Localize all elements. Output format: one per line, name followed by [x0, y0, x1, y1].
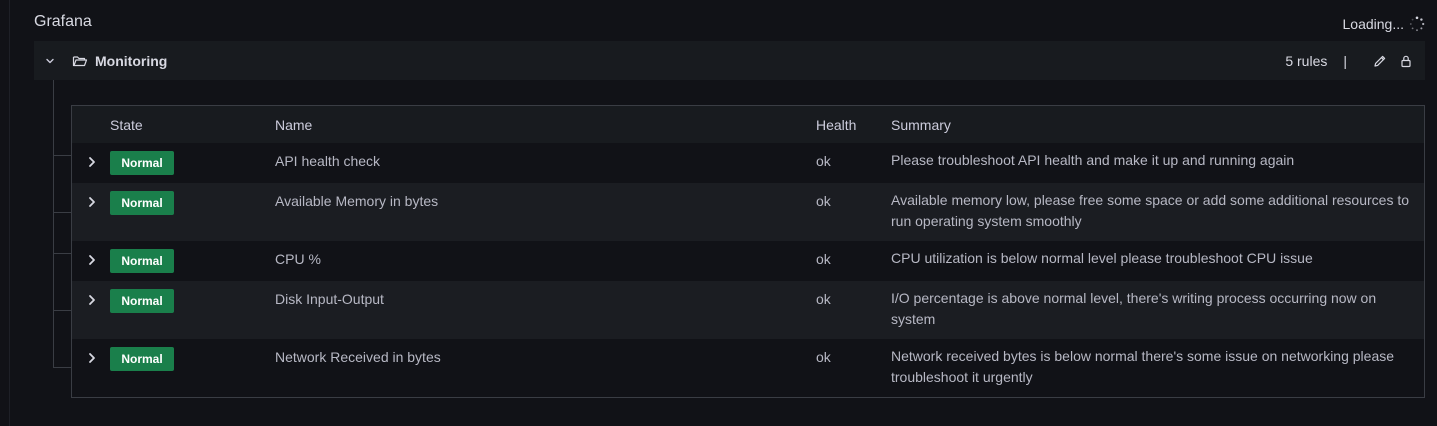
app-title: Grafana	[34, 13, 92, 30]
rule-summary: I/O percentage is above normal level, th…	[891, 290, 1377, 327]
tree-branch	[53, 310, 71, 311]
chevron-right-icon[interactable]	[86, 352, 98, 364]
rule-name: Disk Input-Output	[275, 291, 384, 307]
column-header-name: Name	[275, 117, 313, 133]
folder-name[interactable]: Monitoring	[95, 53, 167, 69]
chevron-right-icon[interactable]	[86, 156, 98, 168]
folder-header: Monitoring 5 rules |	[34, 41, 1425, 80]
folder-open-icon	[72, 55, 88, 66]
loading-indicator: Loading...	[1343, 16, 1426, 32]
chevron-down-icon[interactable]	[44, 55, 56, 67]
table-header: State Name Health Summary	[72, 106, 1424, 143]
tree-branch	[53, 155, 71, 156]
state-badge: Normal	[110, 249, 174, 273]
rule-name: API health check	[275, 153, 381, 169]
rule-summary: Please troubleshoot API health and make …	[891, 152, 1295, 168]
tree-branch	[53, 212, 71, 213]
rule-health: ok	[816, 291, 831, 307]
lock-icon[interactable]	[1399, 54, 1413, 68]
separator: |	[1343, 52, 1347, 69]
table-row[interactable]: Normal Disk Input-Output ok I/O percenta…	[72, 281, 1424, 339]
rule-name: Network Received in bytes	[275, 349, 441, 365]
rule-count: 5 rules	[1285, 52, 1328, 69]
state-badge: Normal	[110, 191, 174, 215]
tree-branch	[53, 367, 71, 368]
column-header-health: Health	[816, 117, 857, 133]
table-row[interactable]: Normal CPU % ok CPU utilization is below…	[72, 241, 1424, 281]
rule-summary: Network received bytes is below normal t…	[891, 348, 1395, 385]
state-badge: Normal	[110, 347, 174, 371]
state-badge: Normal	[110, 151, 174, 175]
table-row[interactable]: Normal Available Memory in bytes ok Avai…	[72, 183, 1424, 241]
column-header-state: State	[110, 117, 143, 133]
rule-health: ok	[816, 251, 831, 267]
rule-summary: CPU utilization is below normal level pl…	[891, 250, 1313, 266]
tree-line	[53, 80, 54, 368]
rule-health: ok	[816, 349, 831, 365]
tree-branch	[53, 253, 71, 254]
nav-rail-divider	[9, 0, 10, 426]
loading-text: Loading...	[1342, 16, 1405, 32]
rules-table: State Name Health Summary Normal API hea…	[71, 105, 1425, 398]
alert-rules-page: Grafana Loading... Monitoring 5 rules | …	[0, 0, 1437, 426]
rule-health: ok	[816, 193, 831, 209]
rule-name: Available Memory in bytes	[275, 193, 439, 209]
table-row[interactable]: Normal Network Received in bytes ok Netw…	[72, 339, 1424, 397]
pencil-icon[interactable]	[1373, 54, 1387, 68]
rule-name: CPU %	[275, 251, 321, 267]
chevron-right-icon[interactable]	[86, 294, 98, 306]
chevron-right-icon[interactable]	[86, 196, 98, 208]
chevron-right-icon[interactable]	[86, 254, 98, 266]
rule-summary: Available memory low, please free some s…	[891, 192, 1410, 229]
table-row[interactable]: Normal API health check ok Please troubl…	[72, 143, 1424, 183]
column-header-summary: Summary	[891, 117, 951, 133]
state-badge: Normal	[110, 289, 174, 313]
rule-health: ok	[816, 153, 831, 169]
spinner-icon	[1409, 16, 1425, 32]
folder-meta: 5 rules |	[1285, 53, 1413, 69]
